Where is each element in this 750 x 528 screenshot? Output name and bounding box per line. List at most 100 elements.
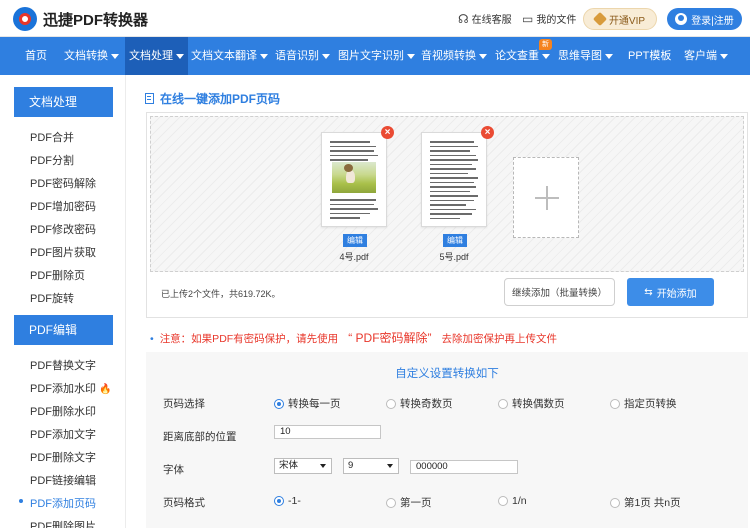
nav-ppt[interactable]: PPT模板: [628, 37, 671, 75]
radio-label: -1-: [288, 495, 301, 507]
password-notice: • 注意：如果PDF有密码保护，请先使用 “ PDF密码解除” 去除加密保护再上传文件: [150, 329, 557, 346]
vip-button[interactable]: 开通VIP: [583, 8, 657, 30]
delete-file-2-button[interactable]: ×: [481, 126, 494, 139]
format-option-2[interactable]: 1/n: [498, 495, 527, 507]
nav-label: 语音识别: [275, 50, 319, 62]
nav-ocr[interactable]: 图片文字识别: [338, 37, 415, 75]
logo-icon[interactable]: [13, 7, 37, 31]
radio-label: 转换偶数页: [512, 398, 565, 410]
customer-service-link[interactable]: ☊ 在线客服: [458, 11, 512, 27]
sidebar-item-pdf-extract-images[interactable]: PDF图片获取: [30, 244, 96, 260]
fire-icon: 🔥: [99, 384, 112, 395]
nav-speech[interactable]: 语音识别: [275, 37, 330, 75]
font-size-select[interactable]: 9: [343, 458, 399, 474]
nav-translate[interactable]: 文档文本翻译: [191, 37, 268, 75]
file-icon: ▭: [522, 11, 534, 26]
nav-mindmap[interactable]: 思维导图: [558, 37, 613, 75]
page-select-option-1[interactable]: 转换奇数页: [386, 396, 453, 411]
radio-label: 第1页 共n页: [624, 497, 681, 509]
nav-client[interactable]: 客户端: [684, 37, 728, 75]
page-text-lines: [430, 141, 478, 222]
chevron-down-icon: [320, 464, 326, 468]
format-option-1[interactable]: 第一页: [386, 495, 432, 510]
sidebar-item-pdf-rotate[interactable]: PDF旋转: [30, 290, 74, 306]
radio-icon: [386, 398, 396, 409]
sidebar-item-pdf-change-password[interactable]: PDF修改密码: [30, 221, 96, 237]
nav-doc-convert[interactable]: 文档转换: [64, 37, 119, 75]
sidebar-item-pdf-add-text[interactable]: PDF添加文字: [30, 426, 96, 442]
page-format-label: 页码格式: [163, 497, 205, 509]
sidebar-item-pdf-remove-watermark[interactable]: PDF删除水印: [30, 403, 96, 419]
page-select-option-2[interactable]: 转换偶数页: [498, 396, 565, 411]
nav-av-convert[interactable]: 音视频转换: [421, 37, 487, 75]
chevron-down-icon: [260, 53, 268, 59]
chevron-down-icon: [176, 53, 184, 59]
nav-label: 音视频转换: [421, 50, 476, 62]
edit-file-1-button[interactable]: 编辑: [343, 234, 367, 247]
radio-icon: [274, 398, 284, 409]
font-family-select[interactable]: 宋体: [274, 458, 332, 474]
login-button[interactable]: 登录|注册: [667, 8, 742, 30]
main-nav: 首页 文档转换 文档处理 文档文本翻译 语音识别 图片文字识别 音视频转换 论文…: [0, 37, 750, 75]
my-files-link[interactable]: ▭ 我的文件: [522, 11, 576, 27]
nav-label: 论文查重: [495, 50, 539, 62]
start-add-button[interactable]: ⇆ 开始添加: [627, 278, 714, 306]
pdf-unlock-link[interactable]: “ PDF密码解除”: [348, 331, 431, 345]
radio-label: 转换每一页: [288, 398, 341, 410]
delete-file-1-button[interactable]: ×: [381, 126, 394, 139]
user-icon: [675, 13, 688, 25]
format-option-0[interactable]: -1-: [274, 495, 301, 507]
chevron-down-icon: [387, 464, 393, 468]
nav-doc-process[interactable]: 文档处理: [125, 37, 188, 75]
sidebar-item-pdf-merge[interactable]: PDF合并: [30, 129, 74, 145]
file-name-2: 5号.pdf: [439, 252, 469, 262]
settings-title: 自定义设置转换如下: [395, 368, 499, 380]
headset-icon: ☊: [458, 11, 469, 26]
nav-label: 文档转换: [64, 50, 108, 62]
edit-file-2-button[interactable]: 编辑: [443, 234, 467, 247]
drop-zone[interactable]: × 编辑 4号.pdf × 编辑 5号.pdf: [150, 116, 744, 272]
sidebar-section-pdf-edit[interactable]: PDF编辑: [14, 315, 113, 345]
bottom-distance-label: 距离底部的位置: [163, 431, 237, 443]
notice-prefix: 注意：如果PDF有密码保护，请先使用: [159, 333, 339, 345]
settings-panel: 自定义设置转换如下 页码选择 转换每一页 转换奇数页 转换偶数页 指定页转换 距…: [146, 352, 748, 528]
chevron-down-icon: [720, 53, 728, 59]
radio-icon: [610, 497, 620, 508]
radio-icon: [498, 496, 508, 506]
brand-name[interactable]: 迅捷PDF转换器: [43, 9, 148, 30]
chevron-down-icon: [407, 53, 415, 59]
file-thumbnail-1[interactable]: [321, 132, 387, 227]
page-select-option-0[interactable]: 转换每一页: [274, 396, 341, 411]
sidebar-item-pdf-add-watermark[interactable]: PDF添加水印 🔥: [30, 380, 112, 396]
sidebar-item-label: PDF添加水印: [30, 383, 96, 395]
select-value: 9: [348, 460, 354, 471]
nav-home[interactable]: 首页: [25, 37, 47, 75]
nav-label: 文档文本翻译: [191, 50, 257, 62]
sidebar-item-pdf-delete-images[interactable]: PDF删除图片: [30, 518, 96, 528]
add-file-button[interactable]: [513, 157, 579, 238]
radio-icon: [610, 398, 620, 409]
file-thumbnail-2[interactable]: [421, 132, 487, 227]
sidebar-section-doc-process[interactable]: 文档处理: [14, 87, 113, 117]
page-select-option-3[interactable]: 指定页转换: [610, 396, 677, 411]
nav-label: PPT模板: [628, 50, 672, 62]
bottom-distance-input[interactable]: 10: [274, 425, 381, 439]
sidebar-item-pdf-add-page-number[interactable]: PDF添加页码: [30, 495, 96, 511]
continue-add-button[interactable]: 继续添加（批量转换）: [504, 278, 615, 306]
sidebar-item-pdf-unlock[interactable]: PDF密码解除: [30, 175, 96, 191]
page-text-lines: [330, 141, 378, 164]
top-header: 迅捷PDF转换器 ☊ 在线客服 ▭ 我的文件 开通VIP 登录|注册: [0, 0, 750, 37]
nav-label: 图片文字识别: [338, 50, 404, 62]
sidebar-item-pdf-replace-text[interactable]: PDF替换文字: [30, 357, 96, 373]
chevron-down-icon: [542, 53, 550, 59]
sidebar-item-pdf-add-password[interactable]: PDF增加密码: [30, 198, 96, 214]
sidebar-item-pdf-split[interactable]: PDF分割: [30, 152, 74, 168]
sidebar-item-pdf-delete-pages[interactable]: PDF删除页: [30, 267, 85, 283]
sidebar-item-pdf-delete-text[interactable]: PDF删除文字: [30, 449, 96, 465]
font-color-input[interactable]: 000000: [410, 460, 518, 474]
format-option-3[interactable]: 第1页 共n页: [610, 495, 681, 510]
radio-label: 转换奇数页: [400, 398, 453, 410]
upload-summary: 已上传2个文件，共619.72K。: [161, 289, 281, 299]
radio-icon: [386, 497, 396, 508]
sidebar-item-pdf-link-edit[interactable]: PDF链接编辑: [30, 472, 96, 488]
